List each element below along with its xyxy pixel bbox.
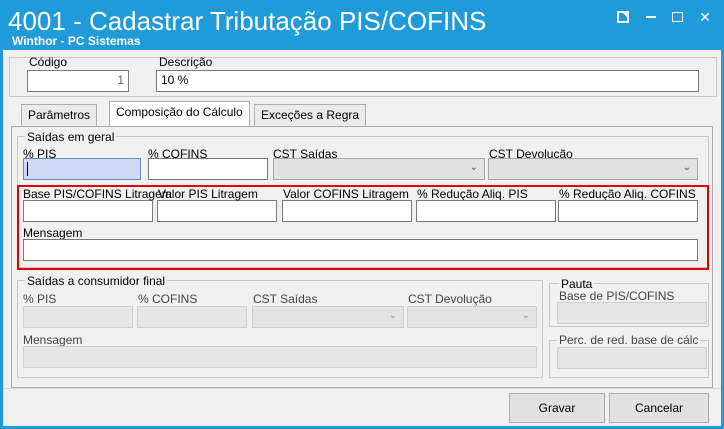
minimize-icon[interactable] (640, 8, 662, 26)
mensagem-field[interactable] (23, 239, 698, 261)
consumidor-mensagem-label: Mensagem (23, 333, 83, 347)
perc-red-label: Perc. de red. base de cálc (557, 333, 701, 347)
tab-composicao-label: Composição do Cálculo (116, 105, 243, 119)
descricao-field[interactable]: 10 % (156, 70, 699, 92)
close-icon[interactable]: ✕ (694, 8, 716, 26)
saidas-geral-title: Saídas em geral (25, 130, 117, 144)
reducao-cofins-field[interactable] (558, 200, 698, 222)
cst-saidas-select[interactable]: ⌄ (273, 158, 485, 180)
app-window: 4001 - Cadastrar Tributação PIS/COFINS W… (0, 0, 724, 429)
consumidor-cofins-field (137, 306, 247, 328)
reducao-pis-field[interactable] (416, 200, 556, 222)
consumidor-pis-label: % PIS (23, 292, 57, 306)
codigo-label: Código (29, 55, 68, 69)
descricao-label: Descrição (159, 55, 213, 69)
saidas-consumidor-title: Saídas a consumidor final (25, 274, 168, 288)
pis-field[interactable] (23, 158, 141, 180)
chevron-down-icon: ⌄ (388, 310, 397, 321)
valor-pis-litragem-field[interactable] (157, 200, 277, 222)
maximize-icon[interactable] (666, 8, 688, 26)
tab-excecoes-regra[interactable]: Exceções a Regra (254, 104, 367, 126)
codigo-field[interactable]: 1 (27, 70, 129, 92)
consumidor-cst-saidas-label: CST Saídas (253, 292, 318, 306)
perc-red-field (557, 347, 707, 369)
window-title: 4001 - Cadastrar Tributação PIS/COFINS (8, 6, 487, 36)
gravar-button[interactable]: Gravar (509, 393, 605, 423)
consumidor-pis-field (23, 306, 133, 328)
footer-divider (3, 388, 721, 389)
cofins-field[interactable] (148, 158, 268, 180)
tab-composicao-calculo[interactable]: Composição do Cálculo (109, 101, 250, 126)
reducao-cofins-label: % Redução Aliq. COFINS (559, 187, 696, 201)
client-area: Código 1 Descrição 10 % Parâmetros Compo… (3, 50, 721, 426)
title-bar[interactable]: 4001 - Cadastrar Tributação PIS/COFINS W… (0, 0, 724, 50)
valor-cofins-litragem-field[interactable] (282, 200, 412, 222)
base-litragem-field[interactable] (23, 200, 153, 222)
chevron-down-icon: ⌄ (469, 162, 478, 173)
chevron-down-icon: ⌄ (682, 162, 691, 173)
consumidor-cst-devolucao-select: ⌄ (407, 306, 537, 328)
mensagem-label: Mensagem (23, 226, 83, 240)
tab-parametros-label: Parâmetros (28, 108, 91, 122)
pauta-base-label: Base de PIS/COFINS (559, 289, 675, 303)
consumidor-cst-devolucao-label: CST Devolução (408, 292, 492, 306)
edit-icon[interactable] (612, 8, 634, 26)
consumidor-mensagem-field (23, 346, 537, 368)
pauta-base-field (557, 302, 707, 324)
cst-devolucao-select[interactable]: ⌄ (488, 158, 698, 180)
consumidor-cofins-label: % COFINS (138, 292, 198, 306)
chevron-down-icon: ⌄ (521, 310, 530, 321)
base-litragem-label: Base PIS/COFINS Litragem (23, 187, 172, 201)
tab-excecoes-label: Exceções a Regra (261, 108, 360, 122)
cancelar-button[interactable]: Cancelar (609, 393, 709, 423)
window-subtitle: Winthor - PC Sistemas (12, 34, 141, 48)
valor-pis-litragem-label: Valor PIS Litragem (158, 187, 258, 201)
tab-parametros[interactable]: Parâmetros (21, 104, 98, 126)
consumidor-cst-saidas-select: ⌄ (252, 306, 404, 328)
valor-cofins-litragem-label: Valor COFINS Litragem (283, 187, 409, 201)
reducao-pis-label: % Redução Aliq. PIS (417, 187, 528, 201)
